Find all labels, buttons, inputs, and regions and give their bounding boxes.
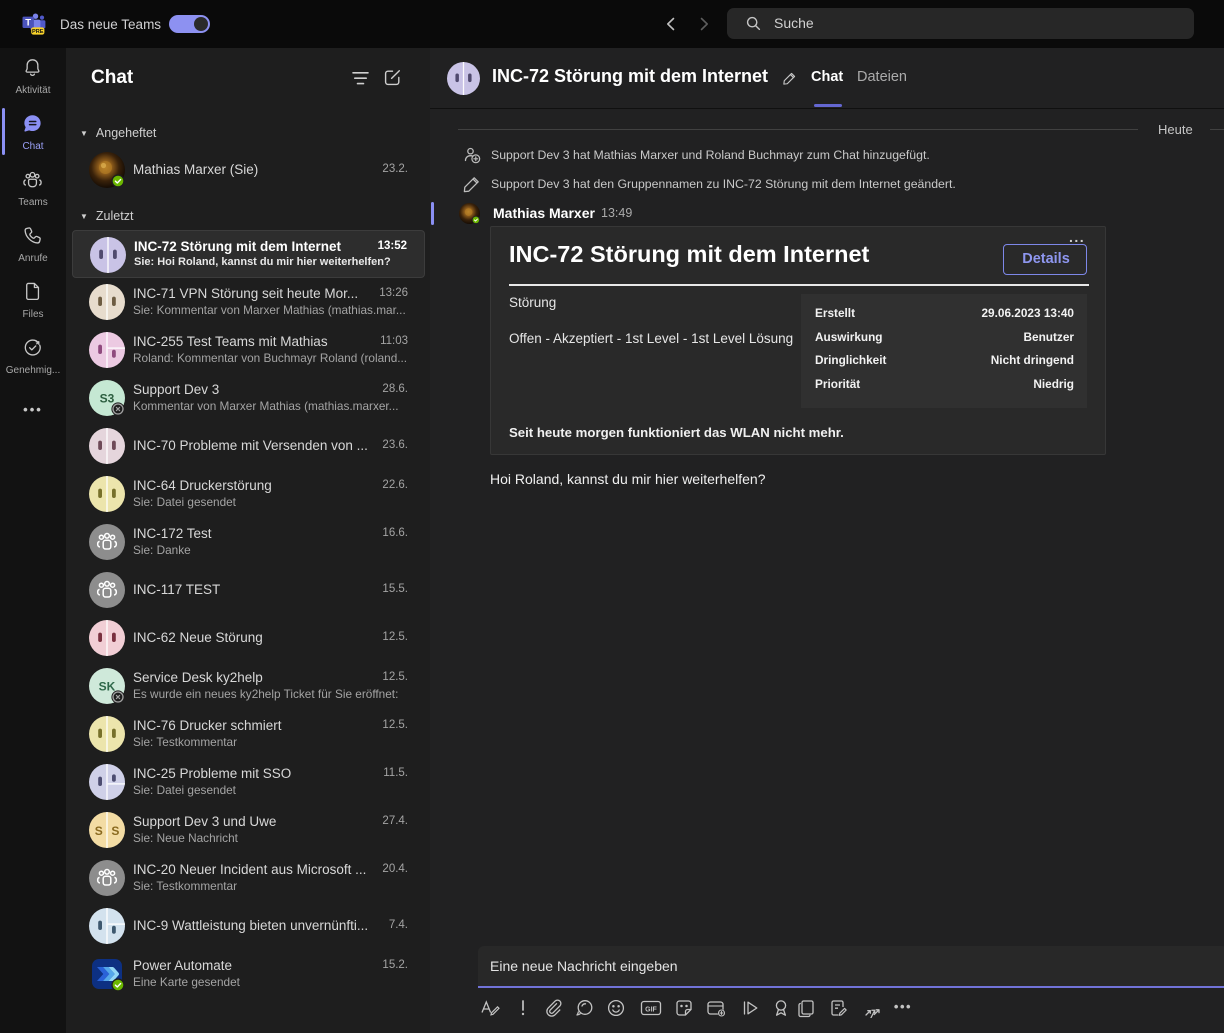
- svg-text:S3: S3: [100, 392, 115, 406]
- svg-text:GIF: GIF: [645, 1006, 657, 1013]
- svg-text:S: S: [111, 824, 119, 838]
- svg-text:T: T: [25, 18, 31, 29]
- svg-text:SK: SK: [99, 680, 116, 694]
- svg-text:PRE: PRE: [32, 29, 44, 35]
- svg-text:S: S: [95, 824, 103, 838]
